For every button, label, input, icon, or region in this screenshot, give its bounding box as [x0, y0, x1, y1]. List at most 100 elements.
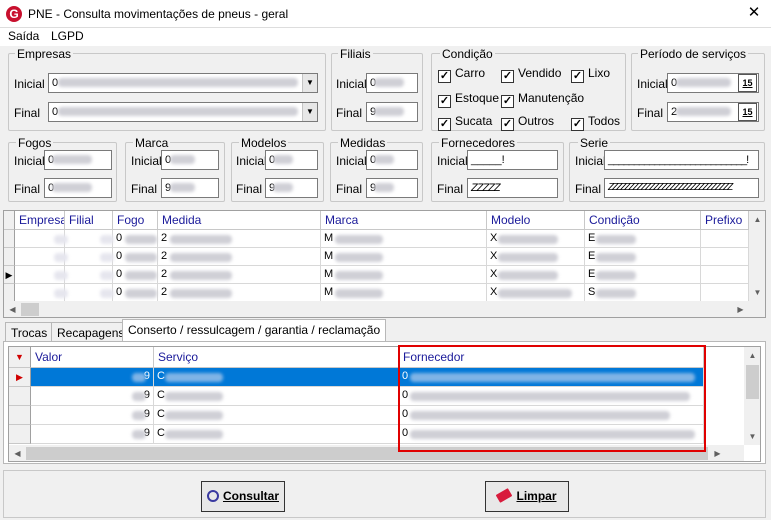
- redacted-text: [165, 373, 223, 382]
- checkbox-outros[interactable]: ✓ Outros: [501, 114, 554, 131]
- column-header-prefixo[interactable]: Prefixo: [701, 211, 749, 230]
- row-indicator: [9, 406, 31, 425]
- redacted-text: [273, 155, 293, 164]
- fornecedores-final-input[interactable]: ZZZZZ: [467, 178, 558, 198]
- redacted-text: [676, 107, 731, 116]
- checkbox-vendido[interactable]: ✓ Vendido: [501, 66, 561, 83]
- redacted-text: [54, 253, 68, 262]
- scroll-left-icon[interactable]: ◀: [9, 445, 26, 461]
- medidas-final-label: Final: [336, 182, 363, 196]
- checkbox-todos[interactable]: ✓ Todos: [571, 114, 620, 131]
- serie-label: Serie: [578, 136, 611, 150]
- scroll-down-icon[interactable]: ▼: [749, 284, 765, 301]
- redacted-text: [596, 235, 636, 244]
- column-header-fogo[interactable]: Fogo: [113, 211, 158, 230]
- redacted-text: [374, 78, 404, 87]
- calendar-icon[interactable]: 15: [738, 103, 757, 121]
- tab-conserto[interactable]: Conserto / ressulcagem / garantia / recl…: [122, 319, 387, 342]
- redacted-text: [374, 155, 394, 164]
- redacted-text: [374, 183, 394, 192]
- serie-inicial-input[interactable]: ___________________________!: [604, 150, 759, 170]
- redacted-text: [498, 235, 558, 244]
- chevron-down-icon[interactable]: ▼: [302, 103, 317, 121]
- menu-saida[interactable]: Saída: [8, 29, 39, 43]
- column-header-valor[interactable]: Valor: [31, 347, 154, 368]
- scroll-right-icon[interactable]: ▶: [709, 445, 726, 461]
- redacted-text: [125, 289, 157, 298]
- scroll-up-icon[interactable]: ▲: [744, 347, 760, 364]
- tab-trocas[interactable]: Trocas: [5, 322, 54, 342]
- redacted-text: [54, 271, 68, 280]
- modelos-final-label: Final: [236, 182, 263, 196]
- redacted-text: [125, 271, 157, 280]
- scrollbar-thumb[interactable]: [746, 365, 759, 399]
- scroll-left-icon[interactable]: ◀: [4, 301, 21, 317]
- current-row-arrow-icon: ▶: [4, 266, 15, 284]
- button-bar: [3, 470, 766, 518]
- redacted-text: [170, 155, 195, 164]
- redacted-text: [100, 253, 114, 262]
- scroll-up-icon[interactable]: ▲: [749, 211, 765, 228]
- serie-inicial-label: Inicial: [575, 154, 606, 168]
- title-bar: G PNE - Consulta movimentações de pneus …: [0, 0, 771, 28]
- scroll-down-icon[interactable]: ▼: [744, 428, 760, 445]
- check-icon: ✓: [571, 70, 584, 83]
- checkbox-lixo[interactable]: ✓ Lixo: [571, 66, 610, 83]
- fornecedores-inicial-input[interactable]: _____!: [467, 150, 558, 170]
- redacted-text: [100, 271, 114, 280]
- movimentacoes-grid[interactable]: Empresa Filial Fogo Medida Marca Modelo …: [3, 210, 766, 318]
- scroll-right-icon[interactable]: ▶: [732, 301, 749, 317]
- horizontal-scrollbar[interactable]: ◀ ▶: [4, 301, 765, 317]
- fogos-final-label: Final: [14, 182, 41, 196]
- empresas-label: Empresas: [15, 47, 74, 61]
- row-indicator: [9, 425, 31, 444]
- grid-corner: [4, 211, 15, 230]
- redacted-text: [165, 430, 223, 439]
- column-header-empresa[interactable]: Empresa: [15, 211, 65, 230]
- serie-final-label: Final: [575, 182, 602, 196]
- empresas-inicial-label: Inicial: [14, 77, 45, 91]
- redacted-text: [58, 107, 298, 116]
- filiais-inicial-label: Inicial: [336, 77, 367, 91]
- column-header-filial[interactable]: Filial: [65, 211, 113, 230]
- redacted-text: [596, 271, 636, 280]
- checkbox-sucata[interactable]: ✓ Sucata: [438, 114, 492, 131]
- limpar-button[interactable]: Limpar: [485, 481, 569, 512]
- eraser-icon: [496, 488, 513, 503]
- column-header-condicao[interactable]: Condição: [585, 211, 701, 230]
- modelos-inicial-label: Inicial: [236, 154, 267, 168]
- checkbox-carro[interactable]: ✓ Carro: [438, 66, 485, 83]
- redacted-text: [676, 78, 731, 87]
- column-header-modelo[interactable]: Modelo: [487, 211, 585, 230]
- menu-lgpd[interactable]: LGPD: [51, 29, 84, 43]
- vertical-scrollbar[interactable]: ▲ ▼: [749, 211, 765, 301]
- consultar-button[interactable]: Consultar: [201, 481, 285, 512]
- cell-prefixo: [701, 284, 749, 302]
- serie-final-input[interactable]: ZZZZZZZZZZZZZZZZZZZZZZZZZZZZZZ: [604, 178, 759, 198]
- checkbox-manutencao[interactable]: ✓ Manutenção: [501, 91, 584, 108]
- calendar-icon[interactable]: 15: [738, 74, 757, 92]
- scrollbar-thumb[interactable]: [21, 303, 39, 316]
- marca-label: Marca: [133, 136, 171, 150]
- chevron-down-icon[interactable]: ▼: [302, 74, 317, 92]
- sort-arrow-icon[interactable]: ▼: [9, 347, 31, 368]
- redacted-text: [335, 253, 383, 262]
- column-header-marca[interactable]: Marca: [321, 211, 487, 230]
- column-header-servico[interactable]: Serviço: [154, 347, 399, 368]
- check-icon: ✓: [438, 70, 451, 83]
- tab-recapagens[interactable]: Recapagens: [51, 322, 131, 342]
- redacted-text: [335, 289, 383, 298]
- checkbox-estoque[interactable]: ✓ Estoque: [438, 91, 499, 108]
- check-icon: ✓: [501, 70, 514, 83]
- fornecedores-final-label: Final: [437, 182, 464, 196]
- redacted-text: [100, 289, 114, 298]
- row-indicator: [9, 387, 31, 406]
- column-header-medida[interactable]: Medida: [158, 211, 321, 230]
- modelos-label: Modelos: [239, 136, 289, 150]
- redacted-text: [165, 411, 223, 420]
- vertical-scrollbar[interactable]: ▲ ▼: [744, 347, 760, 445]
- filiais-final-label: Final: [336, 106, 363, 120]
- redacted-text: [335, 235, 383, 244]
- close-icon[interactable]: ✕: [744, 3, 764, 23]
- redacted-text: [170, 271, 232, 280]
